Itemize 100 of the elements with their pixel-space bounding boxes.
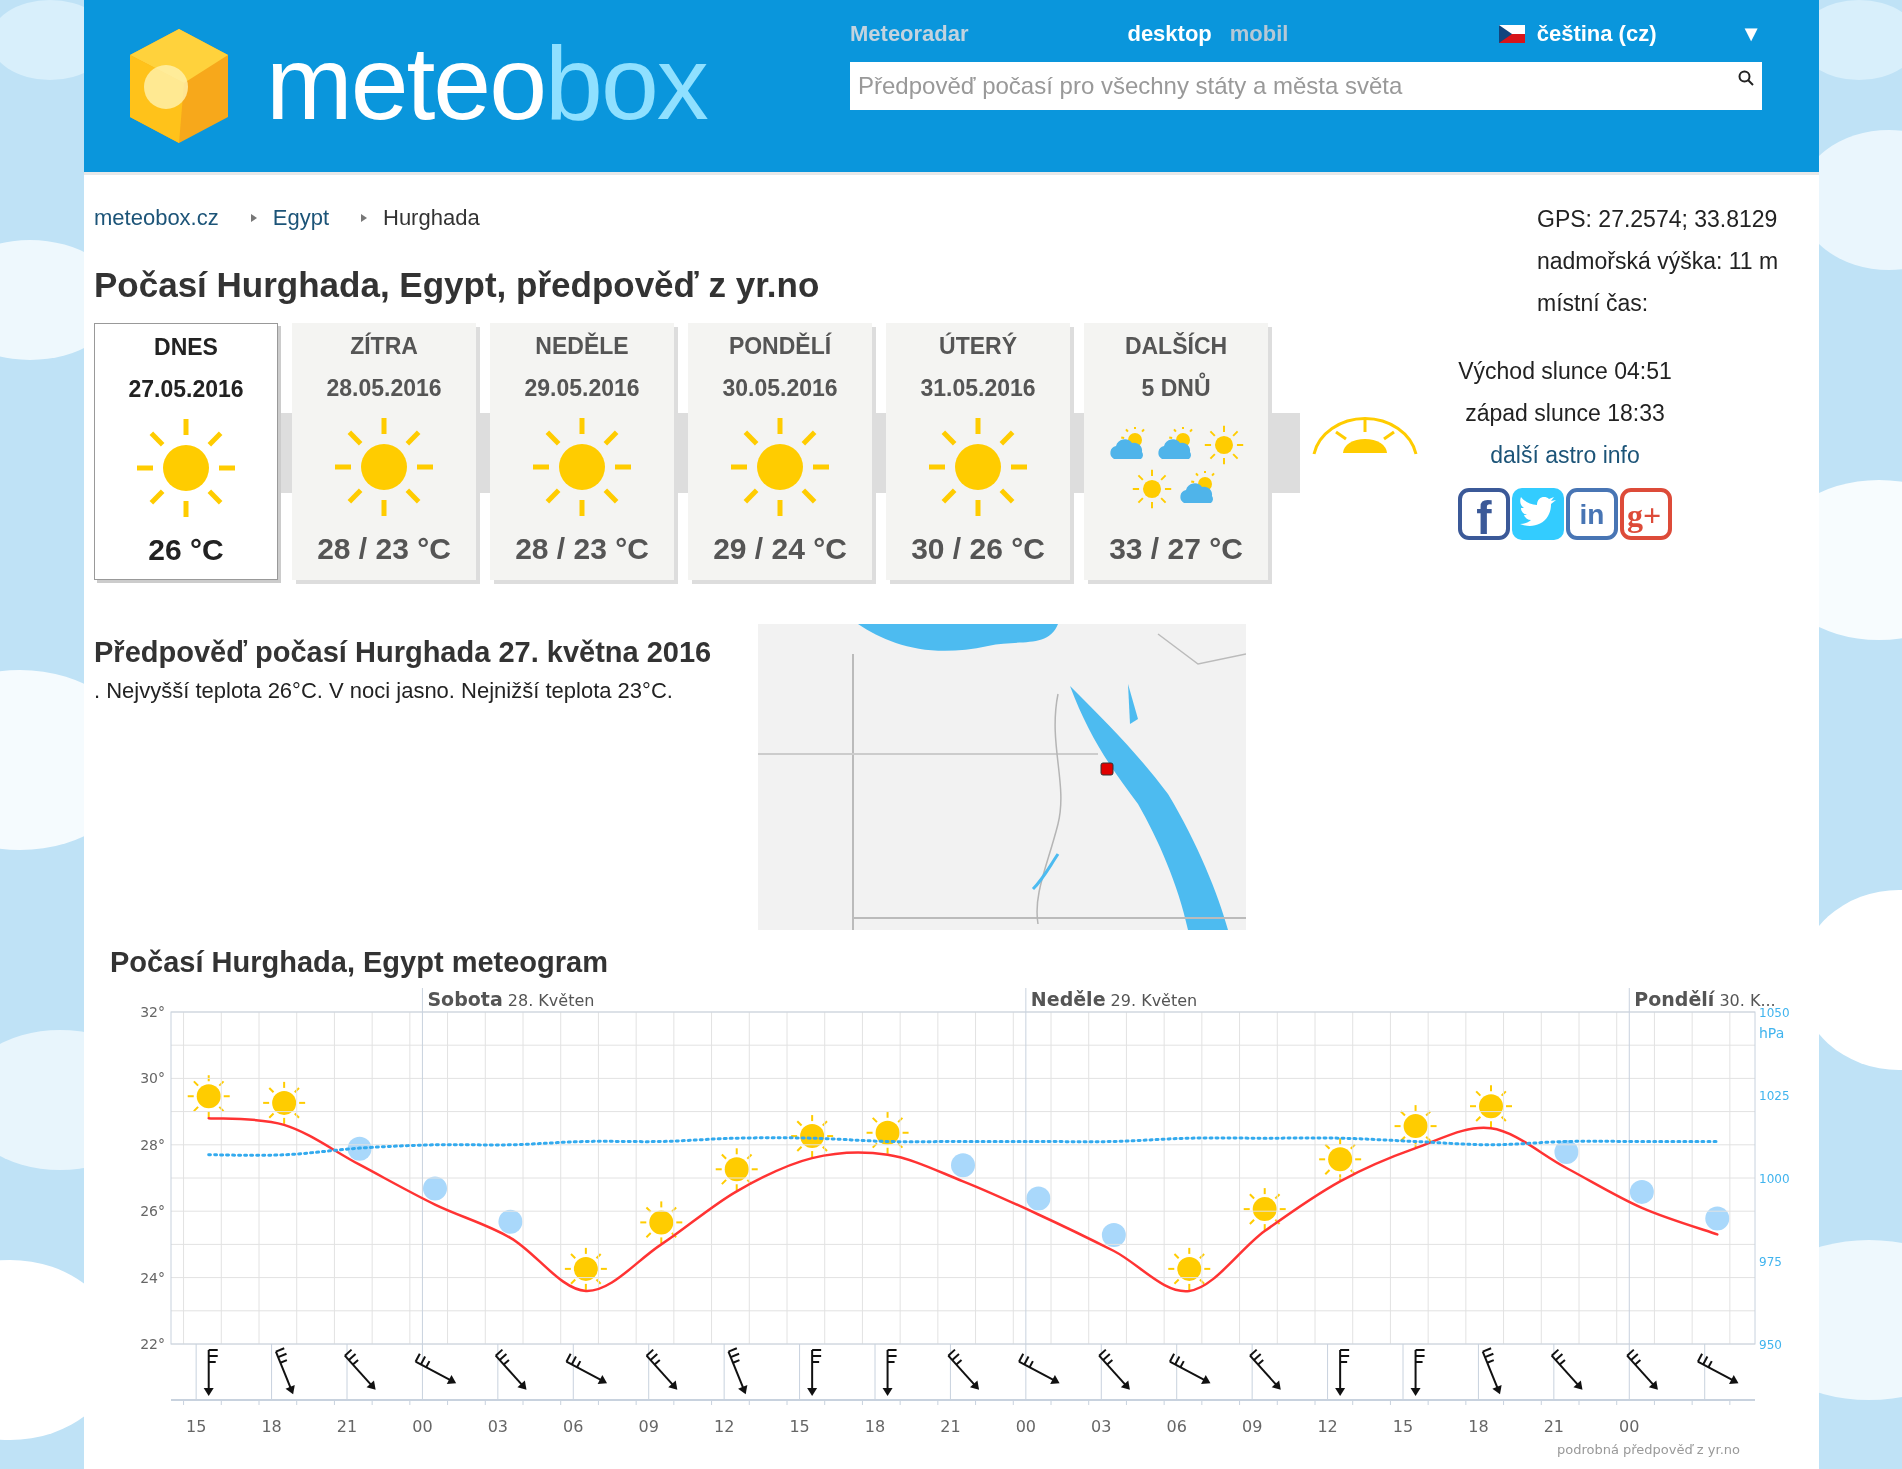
- axis-label: 1000: [1759, 1172, 1790, 1186]
- axis-label: 28°: [140, 1136, 165, 1153]
- search-icon[interactable]: [1738, 70, 1754, 86]
- wind-arrow-icon: [203, 1349, 219, 1396]
- day-temperature: 33 / 27 °C: [1109, 531, 1243, 567]
- breadcrumb-separator-icon: [250, 214, 257, 222]
- sun-icon: [333, 416, 435, 518]
- day-date: 29.05.2016: [524, 374, 640, 403]
- sun-icon: [531, 416, 633, 518]
- axis-label: 950: [1759, 1338, 1782, 1352]
- wind-arrow-icon: [1696, 1352, 1739, 1384]
- linkedin-icon[interactable]: in: [1566, 488, 1618, 540]
- wind-arrow-icon: [274, 1347, 295, 1395]
- meteogram-title: Počasí Hurghada, Egypt meteogram: [110, 945, 609, 980]
- sun-icon: [563, 1246, 608, 1291]
- sun-icon: [1469, 1084, 1513, 1129]
- page-title: Počasí Hurghada, Egypt, předpověď z yr.no: [94, 264, 821, 306]
- day-temperature: 26 °C: [148, 532, 224, 568]
- breadcrumb-item[interactable]: Hurghada: [383, 205, 480, 231]
- axis-label: 00: [412, 1417, 433, 1436]
- day-header: Neděle 29. Květen: [1030, 988, 1198, 1012]
- search-field[interactable]: Předpověď počasí pro všechny státy a města světa: [850, 62, 1762, 110]
- clear-night-icon: [1629, 1179, 1654, 1204]
- day-temperature: 28 / 23 °C: [515, 531, 649, 567]
- axis-label: 26°: [140, 1203, 165, 1220]
- wind-arrow-icon: [1626, 1348, 1658, 1390]
- wind-arrow-icon: [1481, 1347, 1502, 1395]
- axis-label: 18: [864, 1417, 886, 1436]
- axis-label: 21: [1543, 1417, 1565, 1436]
- axis-label: 15: [1392, 1417, 1414, 1436]
- astro-info-link[interactable]: další astro info: [1490, 434, 1640, 476]
- breadcrumb-link[interactable]: Egypt: [272, 205, 329, 231]
- sun-icon: [1167, 1246, 1212, 1291]
- wind-arrow-icon: [882, 1349, 898, 1396]
- wind-arrow-icon: [947, 1348, 980, 1390]
- axis-label: 00: [1015, 1417, 1037, 1436]
- day-label: DALŠÍCH: [1124, 331, 1228, 361]
- local-time-label: místní čas:: [1537, 289, 1650, 318]
- axis-label: 15: [789, 1417, 810, 1436]
- day-label: PONDĚLÍ: [728, 331, 832, 361]
- wind-arrow-icon: [494, 1348, 527, 1390]
- clear-night-icon: [1101, 1223, 1126, 1248]
- clear-night-icon: [1554, 1140, 1579, 1165]
- day-card[interactable]: DNES 27.05.2016 26 °C: [94, 323, 278, 580]
- axis-label: 1025: [1759, 1089, 1790, 1103]
- breadcrumb-link[interactable]: meteobox.cz: [94, 205, 219, 231]
- day-label: NEDĚLE: [535, 331, 629, 361]
- wind-arrow-icon: [1550, 1348, 1583, 1390]
- day-label: ZÍTRA: [350, 331, 418, 361]
- axis-label: 18: [261, 1417, 282, 1436]
- wind-arrow-icon: [645, 1348, 678, 1390]
- axis-label: 09: [1241, 1417, 1263, 1436]
- sun-icon: [1242, 1187, 1287, 1232]
- axis-label: 18: [1468, 1417, 1489, 1436]
- axis-label: 32°: [140, 1004, 165, 1020]
- sun-icon: [714, 1147, 759, 1192]
- axis-label: 09: [638, 1417, 659, 1436]
- axis-label: 21: [940, 1417, 961, 1436]
- clear-night-icon: [1026, 1186, 1051, 1211]
- wind-arrow-icon: [1335, 1349, 1351, 1396]
- wind-arrow-icon: [1410, 1349, 1426, 1396]
- sunset-time: západ slunce 18:33: [1465, 399, 1665, 428]
- wind-arrow-icon: [727, 1347, 748, 1395]
- clear-night-icon: [347, 1136, 372, 1161]
- clear-night-icon: [951, 1153, 975, 1178]
- forecast-text: . Nejvyšší teplota 26°C. V noci jasno. Nejnižší teplota 23°C.: [94, 677, 674, 705]
- wind-arrow-icon: [1018, 1352, 1060, 1384]
- altitude-text: nadmořská výška: 11 m: [1537, 247, 1780, 276]
- day-date: 27.05.2016: [128, 375, 244, 404]
- day-temperature: 29 / 24 °C: [713, 531, 847, 567]
- day-date: 5 DNŮ: [1141, 373, 1211, 403]
- sun-icon: [186, 1074, 231, 1119]
- day-temperature: 28 / 23 °C: [317, 531, 451, 567]
- sunrise-time: Východ slunce 04:51: [1458, 357, 1672, 386]
- clear-night-icon: [498, 1209, 523, 1234]
- axis-label: 22°: [140, 1336, 165, 1352]
- forecast-heading: Předpověď počasí Hurghada 27. května 2016: [94, 635, 713, 670]
- axis-label: 975: [1759, 1255, 1782, 1269]
- facebook-icon[interactable]: f: [1458, 488, 1510, 540]
- sun-icon: [135, 417, 237, 519]
- google-plus-icon[interactable]: g+: [1620, 488, 1672, 540]
- axis-label: 12: [1317, 1417, 1338, 1436]
- breadcrumb-separator-icon: [361, 214, 367, 222]
- axis-label: 00: [1619, 1417, 1640, 1436]
- wind-arrow-icon: [1098, 1348, 1130, 1390]
- wind-arrow-icon: [343, 1348, 376, 1390]
- sun-icon: [729, 416, 831, 518]
- sun-icon: [1393, 1104, 1438, 1149]
- axis-label: 03: [1091, 1417, 1112, 1436]
- sun-icon: [927, 416, 1029, 518]
- axis-label: 06: [1166, 1417, 1187, 1436]
- axis-label: 24°: [140, 1269, 165, 1286]
- wind-arrow-icon: [565, 1352, 608, 1384]
- axis-label: 1050: [1759, 1006, 1790, 1020]
- day-date: 28.05.2016: [326, 374, 442, 403]
- wind-arrow-icon: [1249, 1348, 1281, 1390]
- wind-arrow-icon: [414, 1352, 457, 1384]
- axis-label: 15: [185, 1417, 207, 1436]
- day-label: DNES: [154, 333, 218, 362]
- wind-arrow-icon: [807, 1349, 823, 1396]
